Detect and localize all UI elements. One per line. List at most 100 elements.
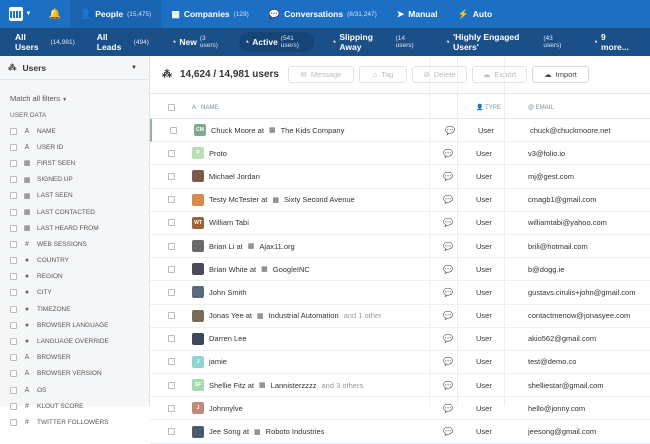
table-row[interactable]: Jonas Yee at ▦ Industrial Automation and 1 … (150, 305, 650, 328)
match-filter-dropdown[interactable]: Match all filters ▼ (10, 94, 149, 103)
name-cell[interactable]: WT William Tabi (192, 216, 430, 229)
company-link[interactable]: The Kids Company (281, 126, 345, 135)
attribute-checkbox[interactable] (10, 321, 17, 329)
user-name[interactable]: Michael Jordan (209, 172, 260, 181)
name-cell[interactable]: Brian Li at ▦ Ajax11.org (192, 240, 430, 253)
select-all-checkbox[interactable] (167, 104, 175, 111)
filter-attribute[interactable]: # TWITTER FOLLOWERS (0, 414, 149, 430)
user-name[interactable]: Proto (209, 149, 227, 158)
segment-item[interactable]: ◔ 'Highly Engaged Users' (43 users) (440, 32, 576, 52)
table-row[interactable]: Darren Lee 💬 User akio562@gmail.com (150, 328, 650, 351)
attribute-checkbox[interactable] (10, 305, 17, 313)
name-cell[interactable]: Darren Lee (192, 332, 430, 345)
attribute-checkbox[interactable] (10, 370, 17, 378)
bell-icon[interactable]: 🔔 (40, 9, 70, 20)
filter-attribute[interactable]: ● BROWSER LANGUAGE (0, 317, 149, 333)
table-row[interactable]: Brian Li at ▦ Ajax11.org 💬 User brili@hotmail… (150, 235, 650, 259)
name-cell[interactable]: Jonas Yee at ▦ Industrial Automation and 1 … (192, 309, 430, 322)
name-cell[interactable]: SF Shellie Fitz at ▦ Lannisterzzzz and 3 oth… (192, 379, 430, 392)
name-cell[interactable]: John Smith (192, 286, 430, 299)
attribute-checkbox[interactable] (10, 273, 17, 281)
row-checkbox[interactable] (167, 312, 175, 320)
company-link[interactable]: Lannisterzzzz (271, 381, 317, 390)
attribute-checkbox[interactable] (10, 240, 17, 248)
attribute-checkbox[interactable] (10, 338, 17, 346)
user-name[interactable]: Jonas Yee at (209, 311, 252, 320)
segment-item[interactable]: ◔ Active (541 users) (238, 32, 314, 52)
filter-attribute[interactable]: # WEB SESSIONS (0, 236, 149, 252)
nav-manual[interactable]: ➤ Manual (387, 0, 448, 28)
nav-auto[interactable]: ⚡ Auto (448, 0, 503, 28)
filter-attribute[interactable]: # KLOUT SCORE (0, 398, 149, 414)
filter-attribute[interactable]: a BROWSER VERSION (0, 366, 149, 382)
attribute-checkbox[interactable] (10, 257, 17, 265)
user-name[interactable]: Shellie Fitz at (209, 381, 254, 390)
column-email[interactable]: @ Email (516, 105, 650, 111)
tag-button[interactable]: ⌂ Tag (359, 66, 407, 83)
attribute-checkbox[interactable] (10, 418, 17, 426)
row-checkbox[interactable] (167, 265, 175, 273)
row-checkbox[interactable] (167, 381, 175, 389)
table-row[interactable]: Michael Jordan 💬 User mj@gest.com (150, 165, 650, 189)
row-checkbox[interactable] (167, 196, 175, 204)
table-row[interactable]: J Johnnylve 💬 User hello@jonny.com (150, 397, 650, 421)
name-cell[interactable]: Michael Jordan (192, 170, 430, 183)
name-cell[interactable]: Jjamie (192, 355, 430, 368)
table-row[interactable]: P Proto 💬 User v3@folio.io (150, 142, 650, 166)
chat-icon[interactable]: 💬 (430, 288, 466, 297)
chat-icon[interactable]: 💬 (430, 334, 466, 343)
user-name[interactable]: Johnnylve (209, 404, 243, 413)
attribute-checkbox[interactable] (10, 127, 17, 135)
user-name[interactable]: Testy McTester at (209, 195, 267, 204)
attribute-checkbox[interactable] (10, 402, 17, 410)
filter-attribute[interactable]: ● LANGUAGE OVERRIDE (0, 333, 149, 349)
filter-attribute[interactable]: ▦ LAST CONTACTED (0, 204, 149, 220)
chat-icon[interactable]: 💬 (430, 195, 466, 204)
filter-attribute[interactable]: ● TIMEZONE (0, 301, 149, 317)
row-checkbox[interactable] (167, 335, 175, 343)
filter-attribute[interactable]: ▦ LAST SEEN (0, 188, 149, 204)
attribute-checkbox[interactable] (10, 176, 17, 184)
chat-icon[interactable]: 💬 (432, 126, 468, 135)
user-name[interactable]: John Smith (209, 288, 247, 297)
name-cell[interactable]: Brian White at ▦ GoogleINC (192, 263, 430, 276)
column-name[interactable]: a Name (192, 105, 430, 111)
user-name[interactable]: Jee Song at (209, 427, 249, 436)
nav-conversations[interactable]: 💬 Conversations (8/31,247) (259, 0, 387, 28)
app-logo[interactable]: ▼ (0, 0, 40, 28)
filter-attribute[interactable]: a USER ID (0, 139, 149, 155)
delete-button[interactable]: ⊘ Delete (412, 66, 467, 83)
table-row[interactable]: SF Shellie Fitz at ▦ Lannisterzzzz and 3 oth… (150, 374, 650, 398)
attribute-checkbox[interactable] (10, 192, 17, 200)
user-name[interactable]: Brian White at (209, 265, 256, 274)
user-name[interactable]: Darren Lee (209, 334, 247, 343)
more-companies[interactable]: and 3 others (322, 381, 364, 390)
filter-attribute[interactable]: a NAME (0, 123, 149, 139)
chat-icon[interactable]: 💬 (430, 265, 466, 274)
chat-icon[interactable]: 💬 (430, 242, 466, 251)
filter-attribute[interactable]: ● REGION (0, 269, 149, 285)
sidebar-header[interactable]: ⁂ Users ▼ (0, 56, 149, 80)
user-name[interactable]: Chuck Moore at (211, 126, 264, 135)
name-cell[interactable]: J Johnnylve (192, 402, 430, 415)
attribute-checkbox[interactable] (10, 289, 17, 297)
chat-icon[interactable]: 💬 (430, 311, 466, 320)
message-button[interactable]: ✉ Message (288, 66, 354, 83)
company-link[interactable]: GoogleINC (273, 265, 310, 274)
export-button[interactable]: ☁ Export (472, 66, 527, 83)
attribute-checkbox[interactable] (10, 208, 17, 216)
row-checkbox[interactable] (167, 288, 175, 296)
name-cell[interactable]: CM Chuck Moore at ▦ The Kids Company (194, 124, 432, 137)
filter-attribute[interactable]: a OS (0, 382, 149, 398)
column-type[interactable]: 👤 Type (466, 104, 516, 111)
attribute-checkbox[interactable] (10, 159, 17, 167)
segment-item[interactable]: ◔ 9 more... (588, 32, 638, 52)
table-row[interactable]: John Smith 💬 User gustavs.cirulis+john@gmai… (150, 281, 650, 305)
chat-icon[interactable]: 💬 (430, 172, 466, 181)
row-checkbox[interactable] (167, 172, 175, 180)
table-row[interactable]: CM Chuck Moore at ▦ The Kids Company 💬 User ch… (150, 119, 650, 143)
nav-companies[interactable]: ▦ Companies (129) (161, 0, 259, 28)
table-row[interactable]: Brian White at ▦ GoogleINC 💬 User b@dogg.ie (150, 258, 650, 282)
filter-attribute[interactable]: ▦ SIGNED UP (0, 172, 149, 188)
user-name[interactable]: jamie (209, 357, 227, 366)
